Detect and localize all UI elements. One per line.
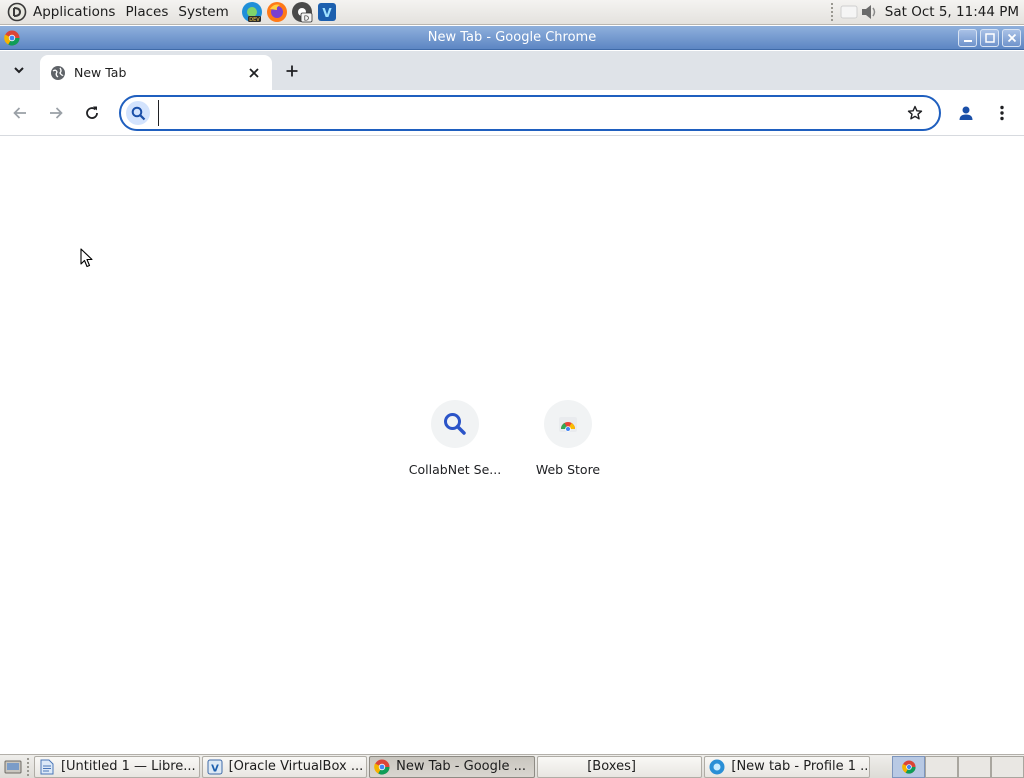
edge-icon <box>709 759 725 775</box>
shortcut-label: Web Store <box>535 462 601 477</box>
mouse-cursor-icon <box>80 248 94 272</box>
task-libreoffice[interactable]: [Untitled 1 — Libre... <box>33 755 200 778</box>
system-menu[interactable]: System <box>173 0 233 25</box>
search-icon <box>126 101 150 125</box>
workspace-2[interactable] <box>925 755 958 778</box>
profile-button[interactable] <box>950 97 982 129</box>
network-icon[interactable] <box>839 2 859 22</box>
task-label: New Tab - Google ... <box>396 759 526 774</box>
window-title: New Tab - Google Chrome <box>427 29 597 45</box>
desktop-icon <box>4 760 22 773</box>
top-panel: Applications Places System DEV D V Sat O… <box>0 0 1024 25</box>
document-icon <box>39 759 55 775</box>
task-label: [Oracle VirtualBox ... <box>228 759 364 774</box>
omnibox[interactable] <box>119 95 941 131</box>
launcher-bar: DEV D V <box>240 0 339 24</box>
arrow-right-icon <box>50 106 63 119</box>
bottom-panel: [Untitled 1 — Libre... V [Oracle Virtual… <box>0 754 1024 778</box>
arrow-left-icon <box>13 106 26 119</box>
gnome-foot-icon[interactable] <box>6 1 28 23</box>
forward-button[interactable] <box>40 97 72 129</box>
maximize-button[interactable] <box>980 28 999 47</box>
svg-text:DEV: DEV <box>249 17 260 23</box>
omnibox-input[interactable] <box>158 100 901 126</box>
chrome-icon <box>901 759 916 774</box>
svg-text:V: V <box>322 6 332 20</box>
close-window-button[interactable] <box>1002 28 1021 47</box>
task-label: [Untitled 1 — Libre... <box>60 759 196 774</box>
tab-search-button[interactable] <box>4 52 34 88</box>
reload-icon <box>86 106 98 119</box>
volume-icon[interactable] <box>859 2 879 22</box>
show-desktop-button[interactable] <box>2 756 24 778</box>
bookmark-star-button[interactable] <box>901 99 929 127</box>
workspace-4[interactable] <box>991 755 1024 778</box>
task-label: [Boxes] <box>587 759 636 774</box>
virtualbox-icon[interactable]: V <box>315 0 339 24</box>
shortcut-icon-circle <box>544 400 592 448</box>
person-icon <box>959 106 973 120</box>
star-icon <box>907 105 923 120</box>
menu-button[interactable] <box>986 97 1018 129</box>
tab-strip: New Tab <box>0 51 1024 90</box>
close-tab-button[interactable] <box>245 64 263 82</box>
tab-title: New Tab <box>74 65 127 80</box>
places-menu[interactable]: Places <box>120 0 173 25</box>
chrome-icon <box>374 759 390 775</box>
shortcut-icon-circle <box>431 400 479 448</box>
search-icon <box>444 413 466 435</box>
window-controls <box>958 28 1021 47</box>
globe-icon <box>50 65 66 81</box>
tab-new-tab[interactable]: New Tab <box>40 55 272 90</box>
chrome-icon[interactable] <box>3 29 21 47</box>
shortcut-collabnet[interactable]: CollabNet Se... <box>405 400 505 477</box>
window-titlebar[interactable]: New Tab - Google Chrome <box>0 26 1024 50</box>
close-icon <box>249 67 259 78</box>
new-tab-button[interactable] <box>278 57 306 85</box>
applications-menu[interactable]: Applications <box>28 0 120 25</box>
chrome-dev-icon[interactable]: D <box>290 0 314 24</box>
tray-separator <box>830 3 835 21</box>
toolbar-right <box>950 97 1018 129</box>
shortcut-web-store[interactable]: Web Store <box>518 400 618 477</box>
plus-icon <box>286 65 298 77</box>
task-label: [New tab - Profile 1 ... <box>731 759 869 774</box>
clock[interactable]: Sat Oct 5, 11:44 PM <box>885 4 1019 20</box>
webstore-icon <box>559 417 577 432</box>
browser-toolbar <box>0 90 1024 136</box>
taskbar-separator <box>26 757 31 776</box>
task-edge[interactable]: [New tab - Profile 1 ... <box>704 755 870 778</box>
task-virtualbox[interactable]: V [Oracle VirtualBox ... <box>201 755 368 778</box>
svg-text:V: V <box>211 763 219 774</box>
minimize-button[interactable] <box>958 28 977 47</box>
chevron-down-icon <box>14 67 24 74</box>
svg-text:D: D <box>304 15 309 23</box>
task-chrome[interactable]: New Tab - Google ... <box>369 755 535 778</box>
virtualbox-icon: V <box>207 759 223 775</box>
back-button[interactable] <box>4 97 36 129</box>
edge-dev-icon[interactable]: DEV <box>240 0 264 24</box>
system-tray: Sat Oct 5, 11:44 PM <box>827 0 1024 25</box>
shortcut-label: CollabNet Se... <box>408 462 502 477</box>
firefox-icon[interactable] <box>265 0 289 24</box>
workspace-switcher <box>892 755 1024 778</box>
task-boxes[interactable]: [Boxes] <box>536 755 703 778</box>
workspace-3[interactable] <box>958 755 991 778</box>
new-tab-page: CollabNet Se... Web Store <box>0 137 1024 754</box>
kebab-menu-icon <box>1000 105 1004 121</box>
reload-button[interactable] <box>76 97 108 129</box>
workspace-1[interactable] <box>892 755 925 778</box>
